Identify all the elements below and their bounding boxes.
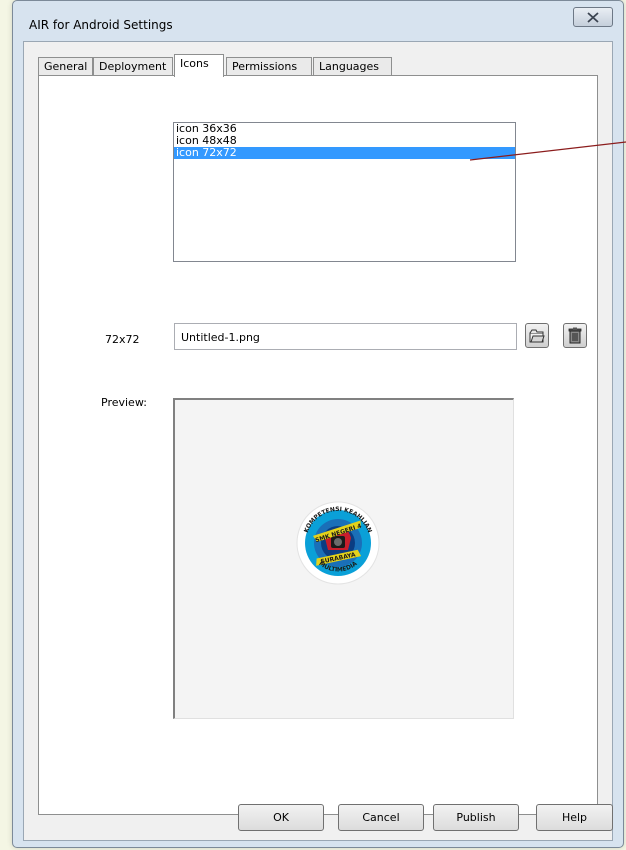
cancel-button[interactable]: Cancel — [338, 804, 424, 831]
list-item-icon-72[interactable]: icon 72x72 — [174, 147, 515, 159]
delete-button[interactable] — [563, 323, 587, 348]
folder-icon — [529, 329, 545, 343]
window-title: AIR for Android Settings — [29, 18, 173, 32]
icons-tab-panel: icon 36x36 icon 48x48 icon 72x72 72x72 U… — [38, 75, 598, 815]
dialog-body: General Deployment Icons Permissions Lan… — [23, 41, 613, 841]
tab-general[interactable]: General — [38, 57, 93, 76]
icon-preview: KOMPETENSI KEAHLIAN MULTIMEDIA SMK NEGER… — [173, 398, 514, 719]
help-button[interactable]: Help — [536, 804, 613, 831]
close-icon — [587, 12, 599, 23]
preview-label: Preview: — [101, 396, 147, 409]
browse-button[interactable] — [525, 323, 549, 348]
close-button[interactable] — [573, 7, 613, 27]
tab-permissions[interactable]: Permissions — [226, 57, 312, 76]
trash-icon — [568, 327, 582, 344]
settings-dialog: AIR for Android Settings General Deploym… — [12, 0, 624, 848]
icon-size-label: 72x72 — [105, 333, 140, 346]
icon-file-input[interactable]: Untitled-1.png — [174, 323, 517, 350]
school-logo: KOMPETENSI KEAHLIAN MULTIMEDIA SMK NEGER… — [296, 501, 380, 585]
title-bar[interactable]: AIR for Android Settings — [13, 1, 623, 41]
tab-languages[interactable]: Languages — [313, 57, 392, 76]
tab-deployment[interactable]: Deployment — [93, 57, 173, 76]
tab-icons[interactable]: Icons — [174, 54, 224, 77]
icon-size-list[interactable]: icon 36x36 icon 48x48 icon 72x72 — [173, 122, 516, 262]
publish-button[interactable]: Publish — [433, 804, 519, 831]
ok-button[interactable]: OK — [238, 804, 324, 831]
